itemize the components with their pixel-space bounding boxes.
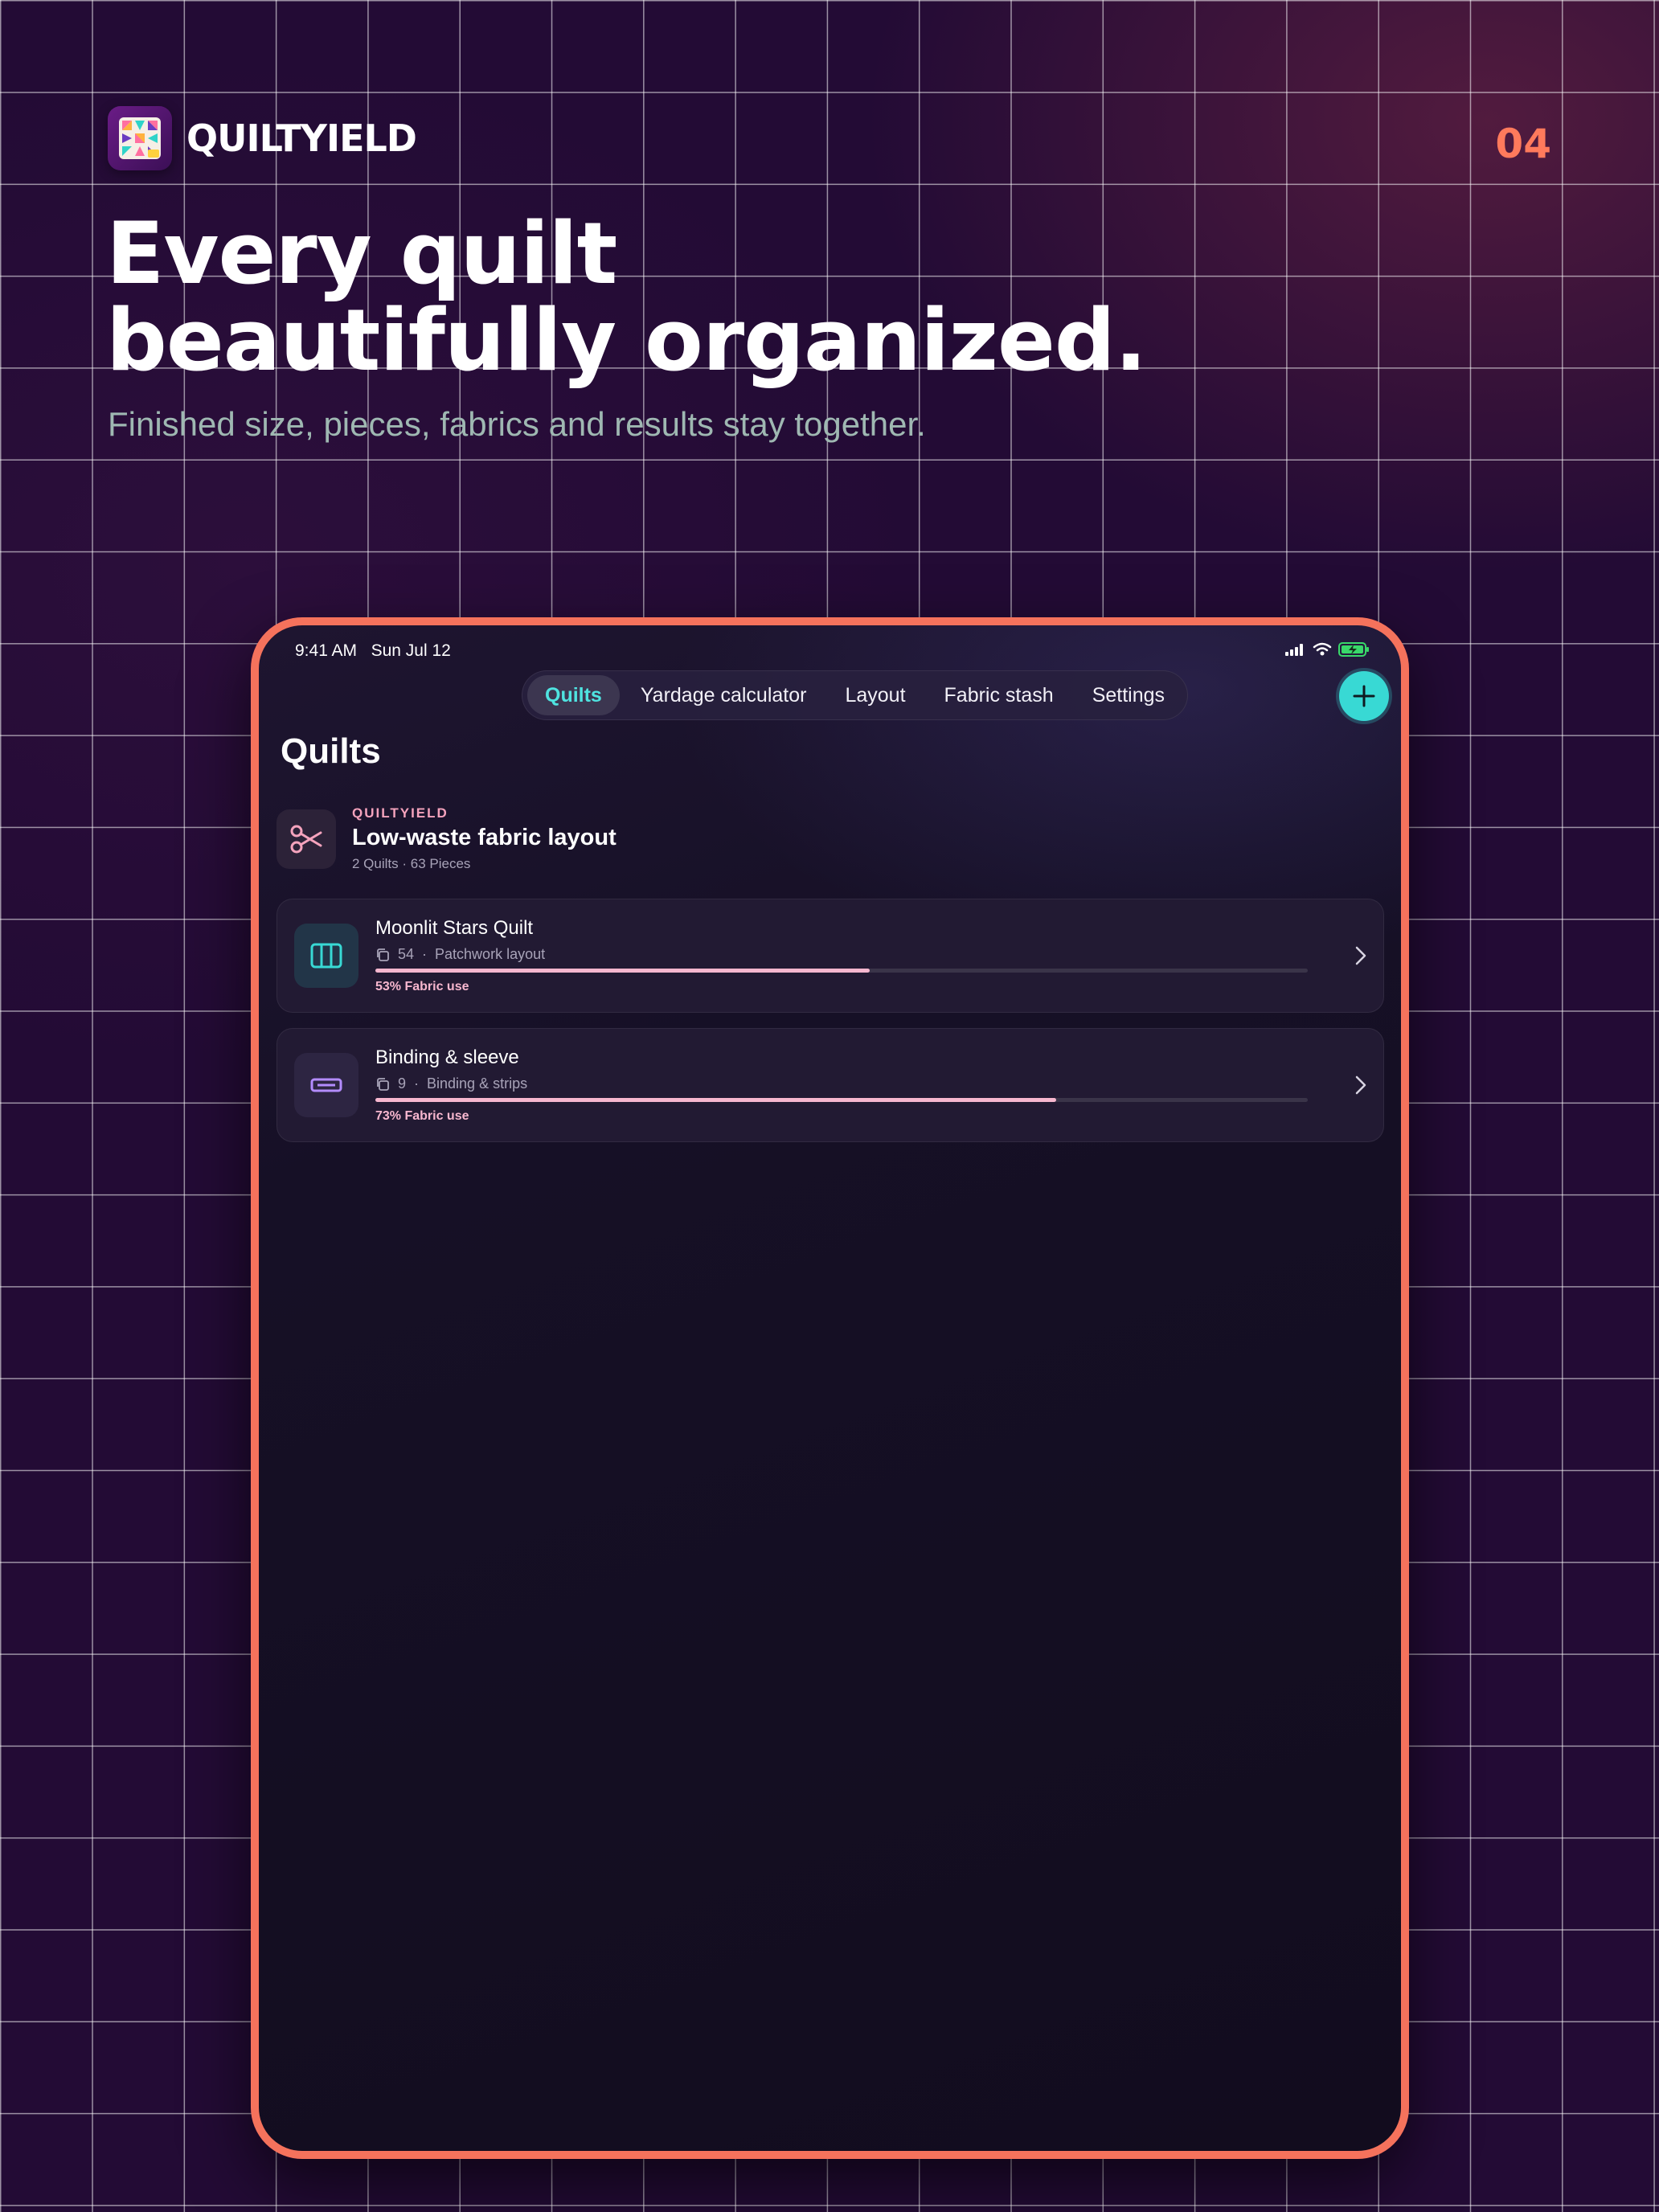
fabric-use-progress-fill xyxy=(375,1098,1056,1102)
quilt-category: Patchwork layout xyxy=(435,946,546,962)
headline-line-1: Every quilt xyxy=(106,204,617,303)
fabric-use-progress-fill xyxy=(375,969,870,973)
wifi-icon xyxy=(1313,642,1332,656)
headline: Every quilt beautifully organized. xyxy=(106,204,1147,390)
brand-header: QUILTYIELD xyxy=(108,106,417,170)
subheadline: Finished size, pieces, fabrics and resul… xyxy=(108,405,926,443)
quilt-icon-tile xyxy=(294,924,358,988)
tab-yardage-calculator[interactable]: Yardage calculator xyxy=(623,675,825,715)
tab-fabric-stash[interactable]: Fabric stash xyxy=(927,675,1071,715)
tab-bar: Quilts Yardage calculator Layout Fabric … xyxy=(522,670,1189,720)
status-date-text: Sun Jul 12 xyxy=(371,641,451,660)
quilt-card[interactable]: Moonlit Stars Quilt 54 · Patchwork layou… xyxy=(276,899,1384,1013)
pieces-copy-icon xyxy=(377,948,389,961)
meta-separator: · xyxy=(414,1075,420,1092)
page-title: Quilts xyxy=(281,731,381,771)
quilt-title: Binding & sleeve xyxy=(375,1047,519,1068)
quilt-piece-count: 9 xyxy=(398,1075,407,1092)
quilt-category: Binding & strips xyxy=(427,1075,528,1092)
summary-eyebrow: QUILTYIELD xyxy=(352,805,449,821)
cellular-signal-icon xyxy=(1285,644,1303,656)
chevron-right-icon xyxy=(1355,1075,1366,1095)
quilt-meta: 9 · Binding & strips xyxy=(375,1075,527,1092)
project-summary: QUILTYIELD Low-waste fabric layout 2 Qui… xyxy=(276,805,616,872)
battery-charging-icon xyxy=(1338,642,1369,657)
fabric-use-progress xyxy=(375,1098,1308,1102)
quilt-meta: 54 · Patchwork layout xyxy=(375,946,545,963)
ruler-icon xyxy=(310,1078,342,1092)
brand-name: QUILTYIELD xyxy=(186,117,417,160)
status-time: 9:41 AM Sun Jul 12 xyxy=(295,641,451,661)
tab-settings[interactable]: Settings xyxy=(1075,675,1182,715)
quilt-piece-count: 54 xyxy=(398,946,415,962)
plus-icon xyxy=(1353,685,1375,707)
tablet-device: 9:41 AM Sun Jul 12 Quilts Yardage calcul… xyxy=(251,617,1409,2159)
fabric-use-label: 73% Fabric use xyxy=(375,1109,469,1123)
fabric-use-progress xyxy=(375,969,1308,973)
pieces-copy-icon xyxy=(377,1077,389,1091)
summary-title: Low-waste fabric layout xyxy=(352,825,616,850)
summary-meta: 2 Quilts · 63 Pieces xyxy=(352,856,471,871)
fabric-use-label: 53% Fabric use xyxy=(375,980,469,993)
summary-icon-tile xyxy=(276,809,336,869)
status-time-text: 9:41 AM xyxy=(295,641,358,660)
headline-line-2: beautifully organized. xyxy=(106,291,1147,390)
tab-layout[interactable]: Layout xyxy=(827,675,923,715)
chevron-right-icon xyxy=(1355,946,1366,965)
meta-separator: · xyxy=(422,946,428,962)
summary-text: QUILTYIELD Low-waste fabric layout 2 Qui… xyxy=(352,805,616,872)
quilt-card[interactable]: Binding & sleeve 9 · Binding & strips 73… xyxy=(276,1028,1384,1142)
scissors-icon xyxy=(290,825,322,853)
columns-icon xyxy=(310,943,342,969)
quilt-logo-icon xyxy=(119,117,161,159)
status-icons xyxy=(1285,641,1370,657)
add-quilt-button[interactable] xyxy=(1339,671,1389,721)
app-logo xyxy=(108,106,172,170)
quilt-title: Moonlit Stars Quilt xyxy=(375,917,534,939)
tab-quilts[interactable]: Quilts xyxy=(527,675,620,715)
app-screen: 9:41 AM Sun Jul 12 Quilts Yardage calcul… xyxy=(259,625,1401,2151)
page-number: 04 xyxy=(1495,121,1551,167)
quilt-icon-tile xyxy=(294,1053,358,1117)
